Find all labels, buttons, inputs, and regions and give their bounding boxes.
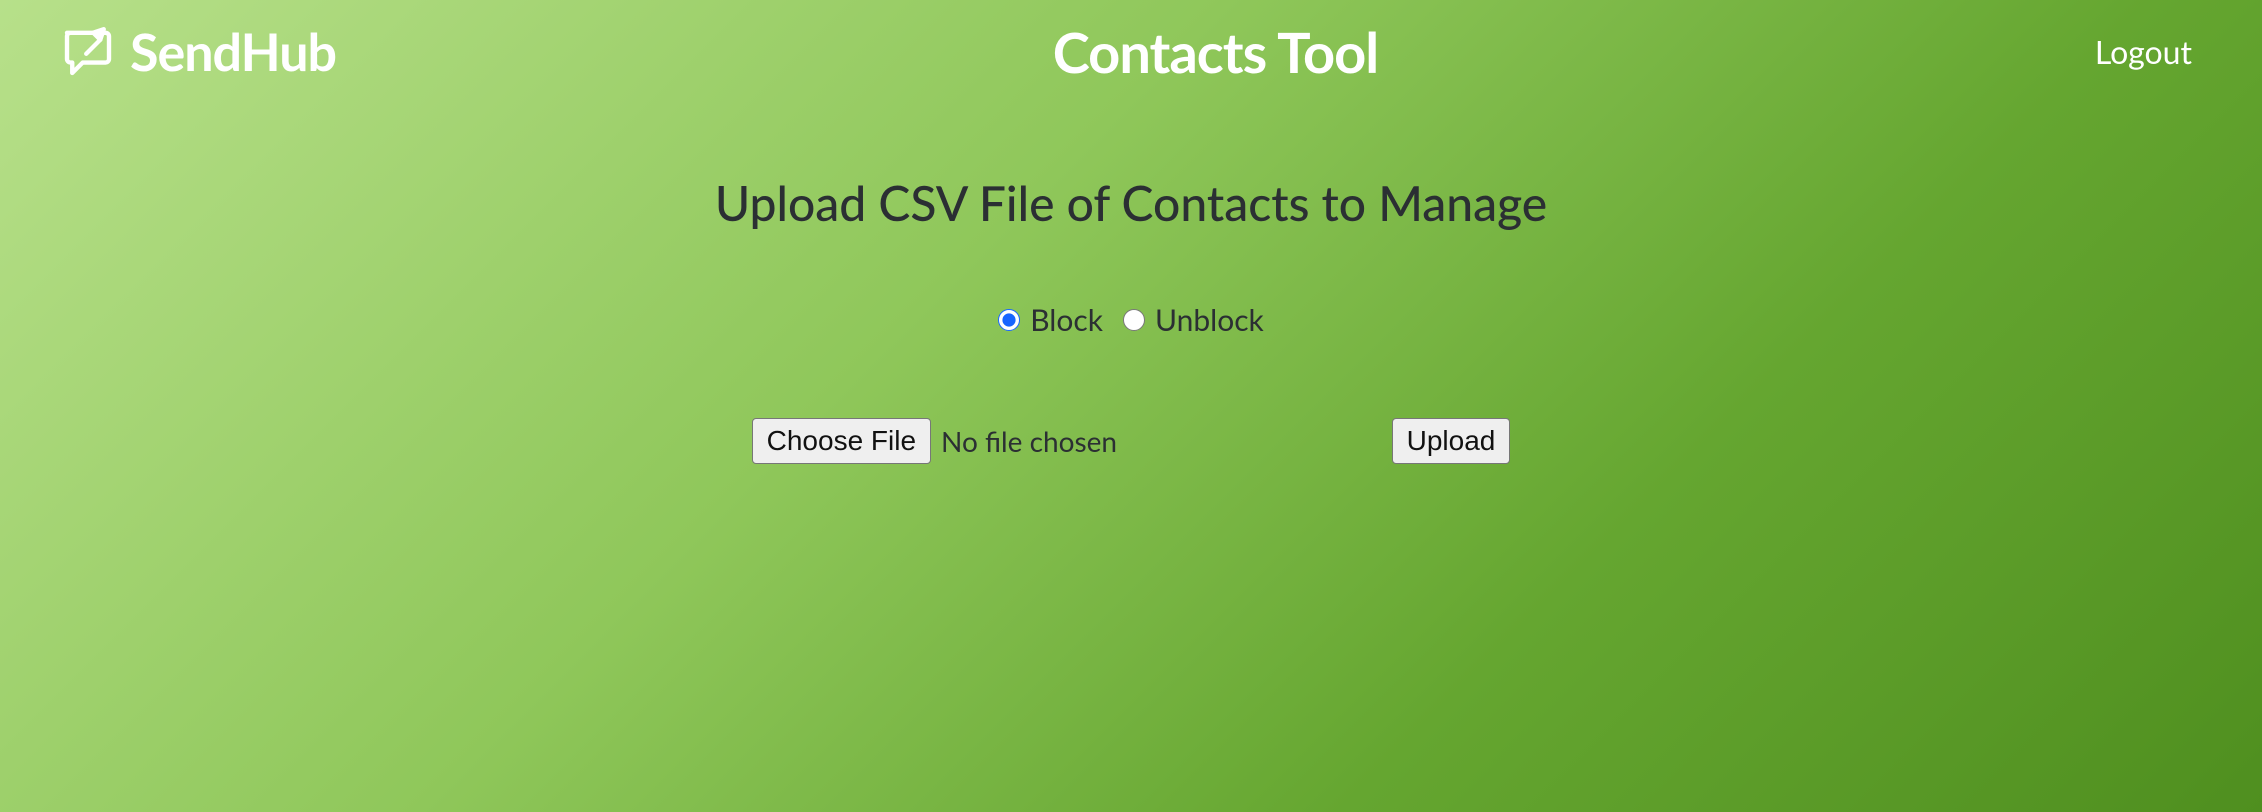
page-title: Contacts Tool xyxy=(336,18,2095,85)
brand-logo[interactable]: SendHub xyxy=(60,21,336,83)
block-radio-label[interactable]: Block xyxy=(1030,302,1103,338)
brand-text: SendHub xyxy=(130,21,336,83)
sendhub-icon xyxy=(60,24,116,80)
file-chooser-group: Choose File No file chosen xyxy=(752,418,1392,464)
unblock-radio[interactable] xyxy=(1123,309,1145,331)
unblock-radio-label[interactable]: Unblock xyxy=(1155,302,1264,338)
action-radio-group: Block Unblock xyxy=(998,302,1264,338)
upload-heading: Upload CSV File of Contacts to Manage xyxy=(0,175,2262,232)
upload-button[interactable]: Upload xyxy=(1392,418,1511,464)
file-status-text: No file chosen xyxy=(941,424,1117,458)
header: SendHub Contacts Tool Logout xyxy=(0,0,2262,85)
main-content: Upload CSV File of Contacts to Manage Bl… xyxy=(0,85,2262,464)
choose-file-button[interactable]: Choose File xyxy=(752,418,931,464)
file-upload-row: Choose File No file chosen Upload xyxy=(0,418,2262,464)
block-radio[interactable] xyxy=(998,309,1020,331)
logout-link[interactable]: Logout xyxy=(2095,32,2202,71)
